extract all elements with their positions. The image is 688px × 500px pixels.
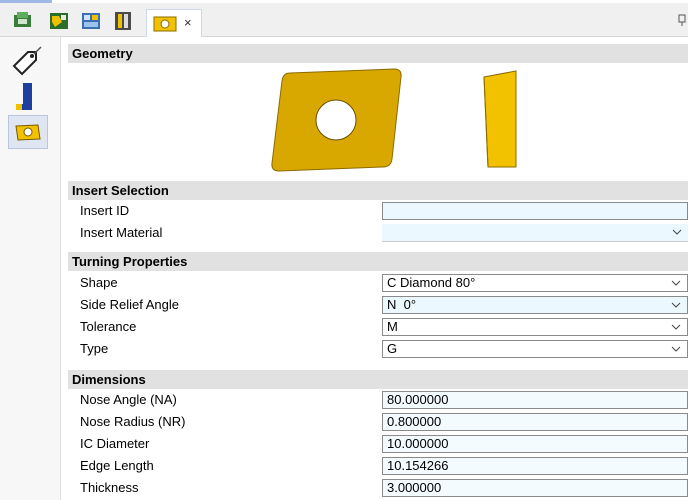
insert-material-label: Insert Material (80, 225, 163, 240)
row-ic-diameter: IC Diameter 10.000000 (68, 433, 688, 455)
geometry-preview (68, 63, 688, 181)
insert-id-field[interactable] (382, 202, 688, 220)
side-relief-angle-label: Side Relief Angle (80, 297, 180, 312)
toolpath-grid-icon (82, 13, 100, 29)
close-tab-icon[interactable]: × (184, 15, 192, 30)
section-header-turning-properties: Turning Properties (68, 252, 688, 271)
type-dropdown[interactable]: G (382, 340, 688, 358)
section-header-insert-selection: Insert Selection (68, 181, 688, 200)
nose-angle-field[interactable]: 80.000000 (382, 391, 688, 409)
edge-length-label: Edge Length (80, 458, 154, 473)
type-value: G (387, 341, 398, 356)
tolerance-label: Tolerance (80, 319, 137, 334)
tolerance-dropdown[interactable]: M (382, 318, 688, 336)
section-header-dimensions: Dimensions (68, 370, 688, 389)
row-shape: Shape C Diamond 80° (68, 272, 688, 294)
insert-geometry-drawing (271, 68, 517, 172)
row-type: Type G (68, 338, 688, 360)
row-tolerance: Tolerance M (68, 316, 688, 338)
machine-setup-icon (14, 12, 31, 27)
row-thickness: Thickness 3.000000 (68, 477, 688, 499)
chevron-down-icon (671, 280, 681, 286)
tab-tool-assembly[interactable] (48, 10, 70, 32)
chevron-down-icon (671, 346, 681, 352)
tool-assembly-icon (50, 13, 68, 29)
thickness-field[interactable]: 3.000000 (382, 479, 688, 497)
shape-dropdown[interactable]: C Diamond 80° (382, 274, 688, 292)
holder-blue-icon (16, 83, 32, 110)
row-nose-angle: Nose Angle (NA) 80.000000 (68, 389, 688, 411)
row-side-relief-angle: Side Relief Angle N 0° (68, 294, 688, 316)
nose-radius-field[interactable]: 0.800000 (382, 413, 688, 431)
shape-label: Shape (80, 275, 118, 290)
ic-diameter-field[interactable]: 10.000000 (382, 435, 688, 453)
pin-icon[interactable] (678, 14, 686, 26)
insert-id-label: Insert ID (80, 203, 130, 218)
side-relief-angle-value: N 0° (387, 297, 417, 312)
tolerance-value: M (387, 319, 398, 334)
insert-icon (15, 124, 41, 141)
row-insert-material: Insert Material (68, 222, 688, 244)
tab-machine-setup[interactable] (12, 10, 34, 32)
holder-icon (115, 12, 131, 30)
chevron-down-icon (671, 302, 681, 308)
nose-angle-label: Nose Angle (NA) (80, 392, 177, 407)
tool-tag-icon (12, 46, 42, 76)
sidebar-item-insert[interactable] (8, 115, 48, 149)
thickness-label: Thickness (80, 480, 139, 495)
tab-insert[interactable]: × (146, 9, 202, 37)
chevron-down-icon (671, 324, 681, 330)
nose-radius-label: Nose Radius (NR) (80, 414, 186, 429)
edge-length-field[interactable]: 10.154266 (382, 457, 688, 475)
insert-material-dropdown[interactable] (382, 224, 688, 242)
tab-toolpath-grid[interactable] (80, 10, 102, 32)
left-sidebar (0, 37, 61, 500)
shape-value: C Diamond 80° (387, 275, 476, 290)
chevron-down-icon (672, 229, 682, 235)
row-edge-length: Edge Length 10.154266 (68, 455, 688, 477)
insert-icon (153, 16, 177, 32)
sidebar-item-tool[interactable] (10, 44, 44, 76)
side-relief-angle-dropdown[interactable]: N 0° (382, 296, 688, 314)
section-header-geometry: Geometry (68, 44, 688, 63)
sidebar-item-holder[interactable] (10, 80, 44, 112)
type-label: Type (80, 341, 109, 356)
ic-diameter-label: IC Diameter (80, 436, 150, 451)
tab-bar: × (0, 3, 688, 37)
row-insert-id: Insert ID (68, 200, 688, 222)
row-nose-radius: Nose Radius (NR) 0.800000 (68, 411, 688, 433)
tab-holder[interactable] (112, 10, 134, 32)
